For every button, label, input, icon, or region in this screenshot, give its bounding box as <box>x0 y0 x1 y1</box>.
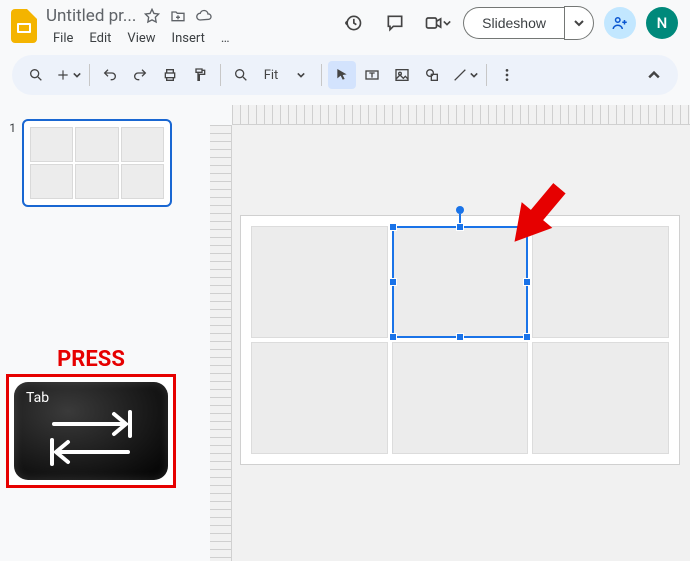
new-slide-button[interactable] <box>52 61 83 89</box>
app-logo-slides[interactable] <box>8 10 40 42</box>
zoom-level[interactable]: Fit <box>257 61 285 89</box>
image-tool[interactable] <box>388 61 416 89</box>
separator <box>486 64 487 86</box>
menubar: File Edit View Insert … <box>46 26 337 49</box>
print-button[interactable] <box>156 61 184 89</box>
menu-file[interactable]: File <box>46 28 80 49</box>
move-icon[interactable] <box>168 6 188 26</box>
table[interactable] <box>251 226 669 454</box>
resize-handle[interactable] <box>456 333 464 341</box>
avatar-initial: N <box>657 14 668 32</box>
table-cell-selected[interactable] <box>392 226 529 338</box>
slideshow-dropdown[interactable] <box>564 6 594 40</box>
resize-handle[interactable] <box>523 333 531 341</box>
slide-number: 1 <box>6 119 16 135</box>
table-cell[interactable] <box>532 226 669 338</box>
star-icon[interactable] <box>142 6 162 26</box>
annotation-press-label: PRESS <box>6 347 176 372</box>
slideshow-button[interactable]: Slideshow <box>463 7 564 39</box>
more-tools-icon[interactable] <box>493 61 521 89</box>
resize-handle[interactable] <box>523 278 531 286</box>
resize-handle[interactable] <box>456 223 464 231</box>
table-cell[interactable] <box>251 342 388 454</box>
history-icon[interactable] <box>337 7 369 39</box>
collapse-toolbar-button[interactable] <box>640 61 668 89</box>
document-title[interactable]: Untitled pr... <box>46 6 136 26</box>
search-menus-icon[interactable] <box>22 61 50 89</box>
meet-icon[interactable] <box>421 7 453 39</box>
redo-button[interactable] <box>126 61 154 89</box>
slide-canvas[interactable] <box>232 125 690 561</box>
document-area: Untitled pr... File Edit View Insert … <box>46 6 337 49</box>
canvas-zone <box>210 105 690 561</box>
toolbar-container: Fit <box>0 49 690 105</box>
cloud-status-icon[interactable] <box>194 6 214 26</box>
ruler-vertical[interactable] <box>210 125 232 561</box>
filmstrip-slide[interactable]: 1 <box>6 119 200 207</box>
textbox-tool[interactable] <box>358 61 386 89</box>
select-tool[interactable] <box>328 61 356 89</box>
menu-edit[interactable]: Edit <box>82 28 118 49</box>
resize-handle[interactable] <box>389 223 397 231</box>
separator <box>321 64 322 86</box>
zoom-dropdown[interactable] <box>287 61 315 89</box>
separator <box>220 64 221 86</box>
slide[interactable] <box>240 215 680 465</box>
table-cell[interactable] <box>532 342 669 454</box>
menu-insert[interactable]: Insert <box>165 28 212 49</box>
rotation-handle[interactable] <box>456 206 464 214</box>
table-cell[interactable] <box>251 226 388 338</box>
paint-format-button[interactable] <box>186 61 214 89</box>
menu-view[interactable]: View <box>120 28 162 49</box>
work-area: 1 PRESS Tab <box>0 105 690 561</box>
toolbar: Fit <box>12 55 678 95</box>
separator <box>89 64 90 86</box>
titlebar: Untitled pr... File Edit View Insert … S… <box>0 0 690 49</box>
filmstrip[interactable]: 1 PRESS Tab <box>0 105 210 561</box>
zoom-icon[interactable] <box>227 61 255 89</box>
share-button[interactable] <box>604 7 636 39</box>
titlebar-right-cluster: Slideshow N <box>337 6 678 40</box>
resize-handle[interactable] <box>389 333 397 341</box>
account-avatar[interactable]: N <box>646 7 678 39</box>
annotation-tab-key: Tab <box>6 374 176 488</box>
line-tool[interactable] <box>448 61 480 89</box>
slideshow-button-group: Slideshow <box>463 6 594 40</box>
shape-tool[interactable] <box>418 61 446 89</box>
comment-icon[interactable] <box>379 7 411 39</box>
slide-thumbnail[interactable] <box>22 119 172 207</box>
table-cell[interactable] <box>392 342 529 454</box>
undo-button[interactable] <box>96 61 124 89</box>
menu-more[interactable]: … <box>214 28 237 49</box>
resize-handle[interactable] <box>389 278 397 286</box>
ruler-horizontal[interactable] <box>232 105 690 125</box>
